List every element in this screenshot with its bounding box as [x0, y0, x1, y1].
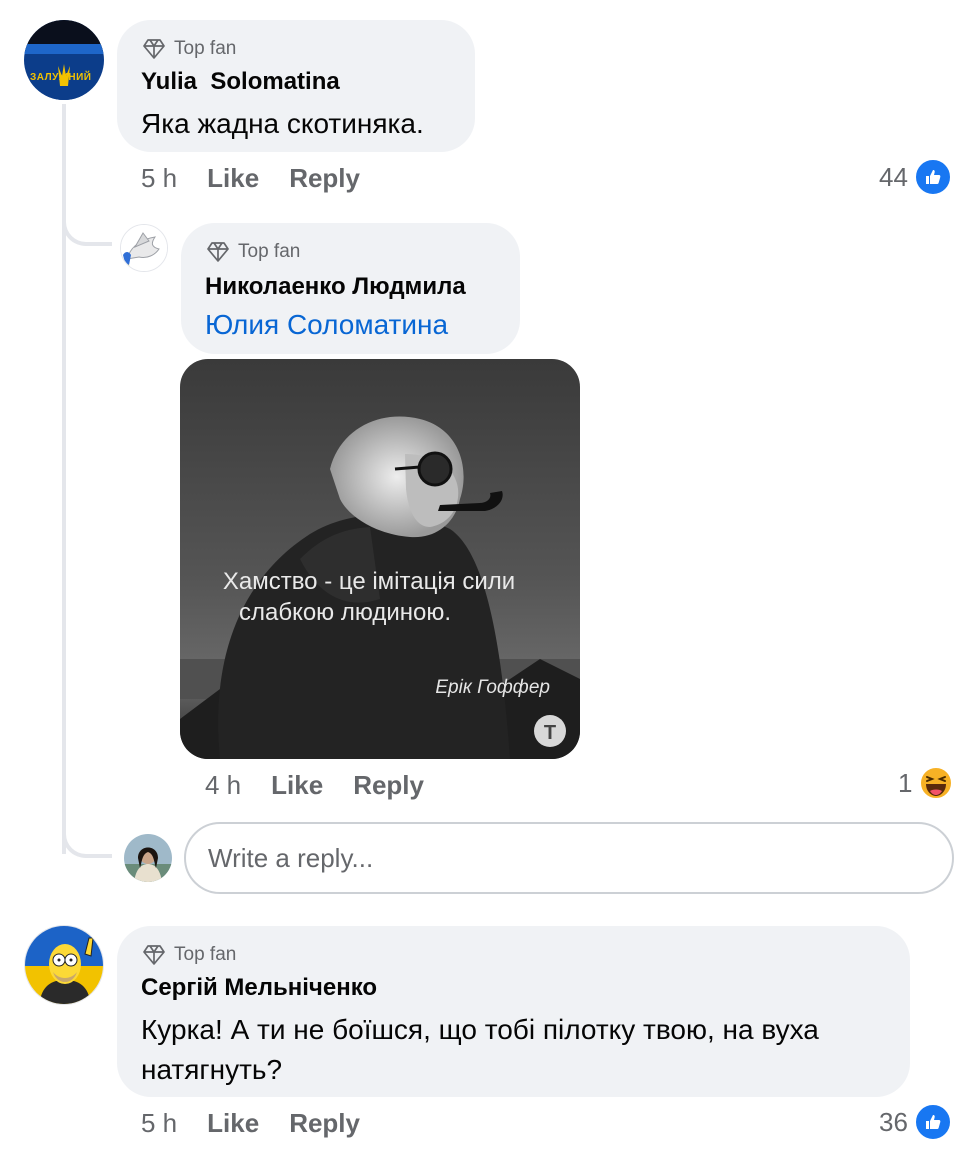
reply-timestamp[interactable]: 4 h: [205, 770, 241, 801]
reaction-summary[interactable]: 1: [898, 765, 954, 801]
reply-button[interactable]: Reply: [353, 770, 424, 801]
avatar[interactable]: [124, 834, 172, 882]
reply-button[interactable]: Reply: [289, 163, 360, 194]
reply-button[interactable]: Reply: [289, 1108, 360, 1139]
thumbs-up-icon: [913, 1103, 952, 1141]
quote-photo: Хамство - це імітація сили слабкою людин…: [180, 359, 580, 759]
reaction-count: 36: [879, 1106, 908, 1137]
avatar-image: [25, 926, 103, 1004]
reply-author[interactable]: Николаенко Людмила: [205, 273, 466, 301]
write-reply-input[interactable]: Write a reply...: [184, 822, 954, 894]
reply-actions: 4 h Like Reply: [205, 769, 424, 801]
avatar[interactable]: [24, 925, 104, 1005]
watermark-logo: T: [544, 722, 556, 744]
reply-bubble: Top fan Николаенко Людмила Юлия Соломати…: [181, 223, 520, 354]
user-avatar-image: [124, 834, 172, 882]
quote-line-2: слабкою людиною.: [239, 599, 451, 626]
diamond-icon: [143, 945, 165, 965]
diamond-icon: [207, 242, 229, 262]
reaction-count: 1: [898, 767, 913, 798]
haha-emoji-icon: [919, 766, 954, 800]
comment-bubble: Top fan Yulia Solomatina Яка жадна скоти…: [117, 20, 475, 152]
like-button[interactable]: Like: [271, 770, 323, 801]
dove-avatar-image: [121, 225, 167, 271]
top-fan-badge: Top fan: [142, 944, 236, 966]
thread-line-curve-2: [62, 810, 112, 858]
comment-actions: 5 h Like Reply: [141, 162, 360, 194]
comment-timestamp[interactable]: 5 h: [141, 163, 177, 194]
avatar[interactable]: ЗАЛУЖНИЙ: [24, 20, 104, 100]
comment-text: Курка! А ти не боїшся, що тобі пілотку т…: [141, 1014, 819, 1085]
quote-line-1: Хамство - це імітація сили: [223, 568, 515, 595]
mention-link[interactable]: Юлия Соломатина: [205, 309, 448, 341]
comment-text: Яка жадна скотиняка.: [141, 108, 424, 139]
comment-timestamp[interactable]: 5 h: [141, 1108, 177, 1139]
top-fan-badge: Top fan: [206, 241, 300, 263]
thread-line-curve-1: [62, 200, 112, 246]
top-fan-label: Top fan: [174, 38, 237, 59]
reply-image[interactable]: Хамство - це імітація сили слабкою людин…: [180, 359, 580, 759]
avatar-caption: ЗАЛУЖНИЙ: [30, 72, 92, 83]
avatar[interactable]: [120, 224, 168, 272]
reply-input-placeholder: Write a reply...: [208, 842, 374, 873]
quote-author: Ерік Гоффер: [435, 677, 550, 698]
comment-actions: 5 h Like Reply: [141, 1107, 360, 1139]
reaction-summary[interactable]: 44: [879, 158, 952, 196]
top-fan-label: Top fan: [174, 944, 237, 965]
like-button[interactable]: Like: [207, 1108, 259, 1139]
like-button[interactable]: Like: [207, 163, 259, 194]
comment-bubble: Top fan Сергій Мельніченко Курка! А ти н…: [117, 926, 910, 1097]
top-fan-label: Top fan: [238, 241, 301, 262]
thumbs-up-icon: [913, 158, 952, 196]
reaction-summary[interactable]: 36: [879, 1103, 952, 1141]
comment-author[interactable]: Сергій Мельніченко: [141, 974, 377, 1002]
avatar-image: [24, 20, 104, 100]
comment-author[interactable]: Yulia Solomatina: [141, 68, 340, 96]
reaction-count: 44: [879, 161, 908, 192]
top-fan-badge: Top fan: [142, 38, 236, 60]
diamond-icon: [143, 39, 165, 59]
